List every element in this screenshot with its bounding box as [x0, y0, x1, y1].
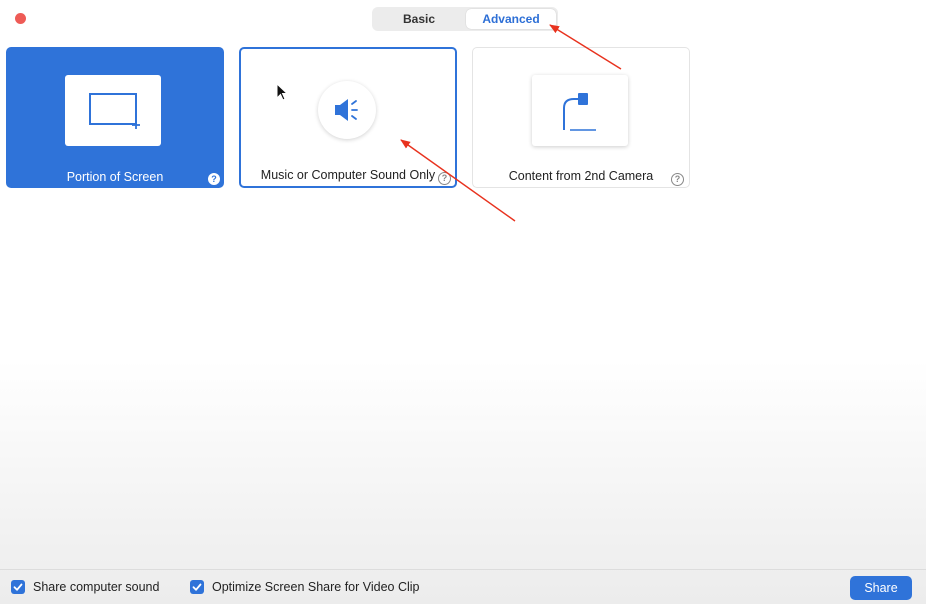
option-label: Music or Computer Sound Only	[260, 168, 436, 182]
optimize-video-clip-label: Optimize Screen Share for Video Clip	[212, 580, 420, 594]
share-button[interactable]: Share	[850, 576, 912, 600]
help-icon[interactable]: ?	[438, 172, 451, 185]
option-content-from-2nd-camera[interactable]: Content from 2nd Camera ?	[472, 47, 690, 188]
tab-advanced[interactable]: Advanced	[466, 9, 556, 29]
help-icon[interactable]: ?	[671, 173, 684, 186]
option-music-or-computer-sound[interactable]: Music or Computer Sound Only ?	[239, 47, 457, 188]
share-computer-sound-label: Share computer sound	[33, 580, 160, 594]
option-label: Content from 2nd Camera	[508, 169, 654, 183]
checkmark-icon	[192, 583, 202, 591]
share-computer-sound-checkbox[interactable]	[11, 580, 25, 594]
optimize-video-clip-checkbox[interactable]	[190, 580, 204, 594]
option-portion-of-screen[interactable]: Portion of Screen ?	[6, 47, 224, 188]
speaker-icon	[318, 81, 376, 139]
help-icon[interactable]: ?	[208, 173, 220, 185]
close-window-button[interactable]	[15, 13, 26, 24]
mouse-cursor-icon	[276, 83, 288, 101]
share-mode-tabs: Basic Advanced	[372, 7, 558, 31]
footer-bar: Share computer sound Optimize Screen Sha…	[0, 569, 926, 604]
document-camera-icon	[532, 75, 628, 146]
tab-basic[interactable]: Basic	[374, 9, 464, 29]
checkmark-icon	[13, 583, 23, 591]
screen-portion-icon	[65, 75, 161, 146]
option-label: Portion of Screen	[66, 170, 164, 184]
